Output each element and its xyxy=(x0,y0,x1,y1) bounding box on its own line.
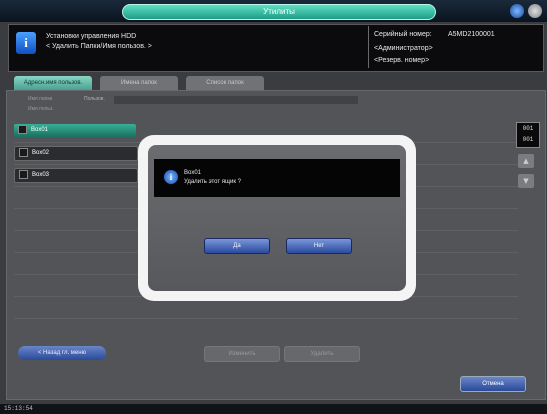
header-divider xyxy=(368,26,369,68)
back-button[interactable]: < Назад гл. меню xyxy=(18,346,106,360)
list-item-box01[interactable]: Box01 xyxy=(14,124,136,137)
status-bar xyxy=(0,404,547,414)
serial-value: A5MD2100001 xyxy=(448,31,495,38)
no-button[interactable]: Нет xyxy=(286,238,352,254)
page-total: 001 xyxy=(522,136,534,143)
checkbox-icon xyxy=(18,124,27,134)
page-indicator: 001 001 xyxy=(516,122,540,148)
info-icon: i xyxy=(16,32,36,54)
dialog-message-box xyxy=(154,159,400,197)
checkbox-icon xyxy=(19,169,28,179)
list-item-box03[interactable]: Box03 xyxy=(14,168,138,183)
folder-name-label: Имя папки xyxy=(28,96,53,102)
serial-label: Серийный номер: xyxy=(374,31,432,38)
scroll-down-button[interactable]: ▼ xyxy=(518,174,534,188)
page-current: 001 xyxy=(522,125,534,132)
tab-folder-names[interactable]: Имена папок xyxy=(100,76,178,90)
list-item-label: Box02 xyxy=(32,150,50,156)
list-row-divider xyxy=(14,318,518,333)
list-item-box02[interactable]: Box02 xyxy=(14,146,138,161)
edit-button[interactable]: Изменить xyxy=(204,346,280,362)
list-item-label: Box01 xyxy=(31,127,49,133)
list-item-label: Box03 xyxy=(32,172,50,178)
window-title: Утилиты xyxy=(122,4,436,20)
reserve-label: <Резерв. номер> xyxy=(374,57,430,64)
user-name-label: Имя польз. xyxy=(28,106,54,112)
user-icon[interactable] xyxy=(528,4,542,18)
header-title: Установки управления HDD xyxy=(46,33,137,40)
info-icon: i xyxy=(164,170,178,184)
cancel-button[interactable]: Отмена xyxy=(460,376,526,392)
tab-folder-list[interactable]: Список папок xyxy=(186,76,264,90)
folder-name-value: Пользов. xyxy=(84,96,105,102)
yes-button[interactable]: Да xyxy=(204,238,270,254)
name-field-bar xyxy=(114,96,358,104)
checkbox-icon xyxy=(19,147,28,157)
tab-user-address[interactable]: Адресн.имя пользов. xyxy=(14,76,92,90)
clock: 15:13:54 xyxy=(4,405,33,412)
dialog-box-name: Box01 xyxy=(184,170,202,176)
help-icon[interactable] xyxy=(510,4,524,18)
header-subtitle: < Удалить Папки/Имя пользов. > xyxy=(46,43,152,50)
delete-button[interactable]: Удалить xyxy=(284,346,360,362)
scroll-up-button[interactable]: ▲ xyxy=(518,154,534,168)
admin-label: <Администратор> xyxy=(374,45,433,52)
dialog-question: Удалить этот ящик ? xyxy=(184,179,241,185)
